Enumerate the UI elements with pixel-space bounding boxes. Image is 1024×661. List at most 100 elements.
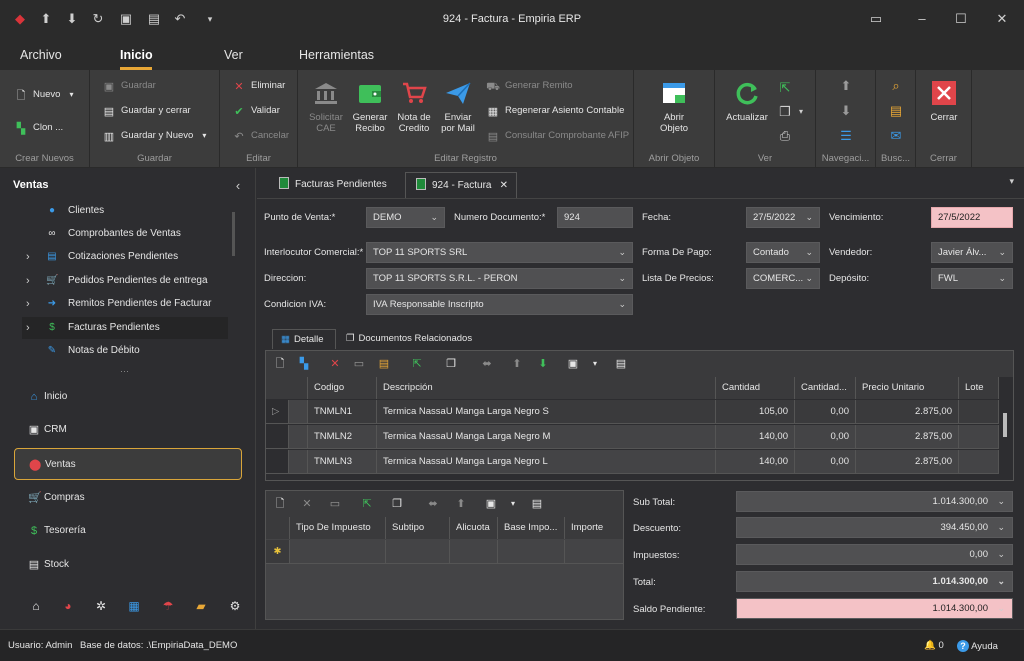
move-up-icon[interactable]: ⬆	[454, 497, 468, 511]
columns-icon[interactable]: ▣	[566, 357, 580, 371]
menu-inicio[interactable]: Inicio	[120, 48, 153, 62]
close-button[interactable]: ✕	[992, 9, 1012, 29]
filter-icon[interactable]: ▤	[888, 103, 904, 119]
tabs-dropdown-icon[interactable]: ▾	[1009, 176, 1014, 187]
chat-icon[interactable]: ✉	[888, 128, 904, 144]
columns-dropdown-icon[interactable]: ▾	[506, 497, 520, 511]
nav-inicio[interactable]: ⌂ Inicio	[14, 381, 242, 413]
move-down-icon[interactable]: ⬇	[536, 357, 550, 371]
solicitar-cae-button[interactable]: Solicitar CAE	[306, 80, 346, 134]
cerrar-button[interactable]: Cerrar	[922, 80, 966, 123]
forma-pago-select[interactable]: Contado ⌄	[746, 242, 820, 263]
table-cell[interactable]: 140,00	[716, 425, 795, 449]
col-lote[interactable]: Lote	[959, 377, 999, 399]
row-indicator[interactable]	[266, 425, 289, 449]
export-icon[interactable]: ⇱	[777, 80, 793, 96]
maximize-button[interactable]: ☐	[951, 9, 971, 29]
notifications-button[interactable]: 🔔 0	[924, 640, 944, 651]
tab-facturas-pendientes[interactable]: Facturas Pendientes	[269, 172, 407, 198]
find-icon[interactable]: ⌕	[888, 78, 904, 94]
table-cell[interactable]: Termica NassaU Manga Larga Negro L	[377, 450, 716, 474]
folder-icon[interactable]: ▰	[193, 598, 209, 614]
table-cell[interactable]: 0,00	[795, 450, 856, 474]
bank-icon[interactable]: ⌂	[28, 598, 44, 614]
guardar-button[interactable]: ▣ Guardar	[102, 78, 156, 94]
deposito-select[interactable]: FWL ⌄	[931, 268, 1013, 289]
generar-remito-button[interactable]: ⛟ Generar Remito	[486, 78, 573, 94]
menu-archivo[interactable]: Archivo	[20, 48, 62, 62]
abrir-objeto-button[interactable]: Abrir Objeto	[650, 80, 698, 134]
settings-icon[interactable]: ⚙	[227, 598, 243, 614]
table-cell[interactable]: 0,00	[795, 400, 856, 424]
link-icon[interactable]: ⬌	[426, 497, 440, 511]
tab-factura-924[interactable]: 924 - Factura ✕	[405, 172, 517, 198]
new-row-icon[interactable]: 🗋	[273, 497, 287, 511]
total-field[interactable]: 1.014.300,00 ⌄	[736, 571, 1013, 592]
validar-button[interactable]: ✔ Validar	[232, 103, 279, 119]
columns-icon[interactable]: ▣	[484, 497, 498, 511]
table-cell[interactable]: TNMLN1	[308, 400, 377, 424]
copy-icon[interactable]: ❐	[390, 497, 404, 511]
nav-ventas[interactable]: ⬤ Ventas	[14, 448, 242, 480]
table-cell[interactable]: Termica NassaU Manga Larga Negro M	[377, 425, 716, 449]
export-icon[interactable]: ⇱	[360, 497, 374, 511]
move-up-icon[interactable]: ⬆	[510, 357, 524, 371]
table-cell[interactable]	[959, 450, 999, 474]
sidebar-item-notas-debito[interactable]: ✎ Notas de Débito	[22, 340, 228, 362]
nav-up-icon[interactable]: ⬆	[838, 78, 854, 94]
condicion-iva-select[interactable]: IVA Responsable Inscripto ⌄	[366, 294, 633, 315]
interlocutor-select[interactable]: TOP 11 SPORTS SRL ⌄	[366, 242, 633, 263]
copy-dropdown-icon[interactable]: ▾	[793, 104, 809, 120]
vendedor-select[interactable]: Javier Álv... ⌄	[931, 242, 1013, 263]
col-descripcion[interactable]: Descripción	[377, 377, 716, 399]
table-cell[interactable]: 2.875,00	[856, 425, 959, 449]
actualizar-button[interactable]: Actualizar	[723, 80, 771, 123]
nav-stock[interactable]: ▤ Stock	[14, 549, 242, 581]
guardar-nuevo-button[interactable]: ▥ Guardar y Nuevo ▾	[102, 128, 207, 144]
row-handle[interactable]	[289, 425, 308, 449]
impuestos-field[interactable]: 0,00 ⌄	[736, 544, 1013, 565]
ayuda-button[interactable]: ? Ayuda	[957, 640, 998, 652]
col-tipo-impuesto[interactable]: Tipo De Impuesto	[290, 517, 386, 539]
table-cell[interactable]: Termica NassaU Manga Larga Negro S	[377, 400, 716, 424]
col-cantidad2[interactable]: Cantidad...	[795, 377, 856, 399]
save-row-icon[interactable]: ▭	[352, 357, 366, 371]
pie-chart-icon[interactable]: ◕	[60, 598, 76, 614]
descuento-field[interactable]: 394.450,00 ⌄	[736, 517, 1013, 538]
cancelar-button[interactable]: ↶ Cancelar	[232, 128, 289, 144]
columns-dropdown-icon[interactable]: ▾	[588, 357, 602, 371]
layout-icon[interactable]: ▭	[866, 9, 886, 29]
table-cell[interactable]	[959, 400, 999, 424]
numero-documento-field[interactable]: 924	[557, 207, 633, 228]
saldo-pendiente-field[interactable]: 1.014.300,00 ⌄	[736, 598, 1013, 619]
clon-button[interactable]: ▚ Clon ...	[14, 120, 63, 136]
consultar-comprobante-button[interactable]: ▤ Consultar Comprobante AFIP	[486, 128, 629, 144]
fecha-field[interactable]: 27/5/2022 ⌄	[746, 207, 820, 228]
col-codigo[interactable]: Codigo	[308, 377, 377, 399]
enviar-mail-button[interactable]: Enviar por Mail	[438, 80, 478, 134]
sidebar-item-cotizaciones[interactable]: › ▤ Cotizaciones Pendientes	[22, 246, 228, 268]
tab-documentos-relacionados[interactable]: ❐ Documentos Relacionados	[338, 329, 478, 349]
table-cell[interactable]: TNMLN3	[308, 450, 377, 474]
row-handle[interactable]	[289, 400, 308, 424]
tab-detalle[interactable]: ▦ Detalle	[272, 329, 336, 349]
eliminar-button[interactable]: ✕ Eliminar	[232, 78, 285, 94]
export-icon[interactable]: ⇱	[410, 357, 424, 371]
sidebar-item-pedidos[interactable]: › 🛒 Pedidos Pendientes de entrega	[22, 270, 228, 292]
umbrella-icon[interactable]: ☂	[160, 598, 176, 614]
col-cantidad[interactable]: Cantidad	[716, 377, 795, 399]
menu-ver[interactable]: Ver	[224, 48, 243, 62]
minimize-button[interactable]: –	[912, 9, 932, 29]
vencimiento-field[interactable]: 27/5/2022	[931, 207, 1013, 228]
table-cell[interactable]	[565, 540, 624, 564]
sidebar-item-clientes[interactable]: ● Clientes	[22, 200, 228, 222]
copy-icon[interactable]: ❐	[777, 104, 793, 120]
table-cell[interactable]: 2.875,00	[856, 400, 959, 424]
gears-icon[interactable]: ✲	[93, 598, 109, 614]
menu-herramientas[interactable]: Herramientas	[299, 48, 374, 62]
row-indicator-icon[interactable]: ▷	[266, 400, 289, 424]
table-cell[interactable]: 105,00	[716, 400, 795, 424]
paste-icon[interactable]: ▤	[377, 357, 391, 371]
table-cell[interactable]	[498, 540, 565, 564]
collapse-sidebar-icon[interactable]: ‹	[230, 178, 246, 194]
